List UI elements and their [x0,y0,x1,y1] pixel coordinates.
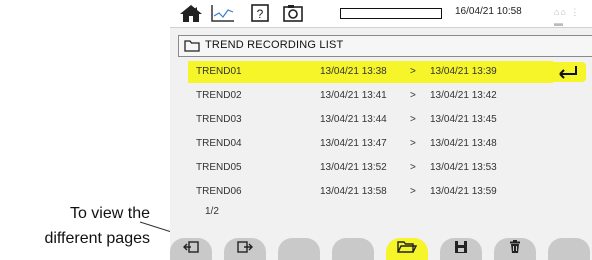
recording-arrow: > [410,90,416,101]
recording-arrow: > [410,162,416,173]
open-recording-button[interactable] [550,62,586,82]
recording-end: 13/04/21 13:42 [430,90,497,101]
open-folder-icon [397,240,418,259]
svg-text:?: ? [257,7,264,21]
device-screen: ? 16/04/21 10:58 ⌂⌂ ⋮ ▬ TREND RECORDING … [170,0,592,260]
recording-row[interactable]: TREND01 13/04/21 13:38 > 13/04/21 13:39 [188,61,553,83]
previous-page-button[interactable] [170,238,212,260]
trend-chart-icon[interactable] [210,3,236,23]
recording-end: 13/04/21 13:39 [430,66,497,77]
page-title: TREND RECORDING LIST [205,39,344,51]
next-page-icon [236,240,254,259]
camera-icon[interactable] [282,3,304,23]
recording-row[interactable]: TREND03 13/04/21 13:44 > 13/04/21 13:45 [188,109,553,131]
status-bar: ? 16/04/21 10:58 ⌂⌂ ⋮ ▬ [170,0,592,28]
callout-line2: different pages [44,230,150,247]
recording-start: 13/04/21 13:38 [320,66,387,77]
recording-row[interactable]: TREND04 13/04/21 13:47 > 13/04/21 13:48 [188,133,553,155]
recording-arrow: > [410,114,416,125]
recording-start: 13/04/21 13:41 [320,90,387,101]
recording-name: TREND04 [196,138,242,149]
recording-name: TREND05 [196,162,242,173]
recording-arrow: > [410,186,416,197]
recording-end: 13/04/21 13:48 [430,138,497,149]
enter-icon [556,65,580,84]
open-folder-button[interactable] [386,238,428,260]
callout-text: To view the different pages [0,201,150,251]
recording-row[interactable]: TREND02 13/04/21 13:41 > 13/04/21 13:42 [188,85,553,107]
recording-start: 13/04/21 13:44 [320,114,387,125]
recording-end: 13/04/21 13:45 [430,114,497,125]
recording-row[interactable]: TREND05 13/04/21 13:52 > 13/04/21 13:53 [188,157,553,179]
softkey-bar [170,238,592,260]
recording-name: TREND01 [196,66,242,77]
recording-start: 13/04/21 13:47 [320,138,387,149]
recording-arrow: > [410,138,416,149]
save-button[interactable] [440,238,482,260]
recording-start: 13/04/21 13:58 [320,186,387,197]
previous-page-icon [182,240,200,259]
delete-button[interactable] [494,238,536,260]
recording-arrow: > [410,66,416,77]
status-indicators: ⌂⌂ ⋮ ▬ [554,7,581,28]
save-icon [454,240,468,259]
callout-line1: To view the [69,205,150,222]
home-icon[interactable] [178,3,204,23]
softkey-8[interactable] [548,238,590,260]
recording-start: 13/04/21 13:52 [320,162,387,173]
softkey-4[interactable] [332,238,374,260]
recording-name: TREND03 [196,114,242,125]
memory-progress-bar [340,8,442,19]
softkey-3[interactable] [278,238,320,260]
list-header: TREND RECORDING LIST [178,35,592,57]
help-icon[interactable]: ? [250,3,270,23]
page-indicator: 1/2 [205,206,219,217]
folder-icon [184,39,200,57]
trash-icon [508,239,522,259]
recording-name: TREND02 [196,90,242,101]
recording-row[interactable]: TREND06 13/04/21 13:58 > 13/04/21 13:59 [188,181,553,203]
recording-name: TREND06 [196,186,242,197]
date-time: 16/04/21 10:58 [455,6,522,17]
recording-end: 13/04/21 13:59 [430,186,497,197]
recording-end: 13/04/21 13:53 [430,162,497,173]
next-page-button[interactable] [224,238,266,260]
